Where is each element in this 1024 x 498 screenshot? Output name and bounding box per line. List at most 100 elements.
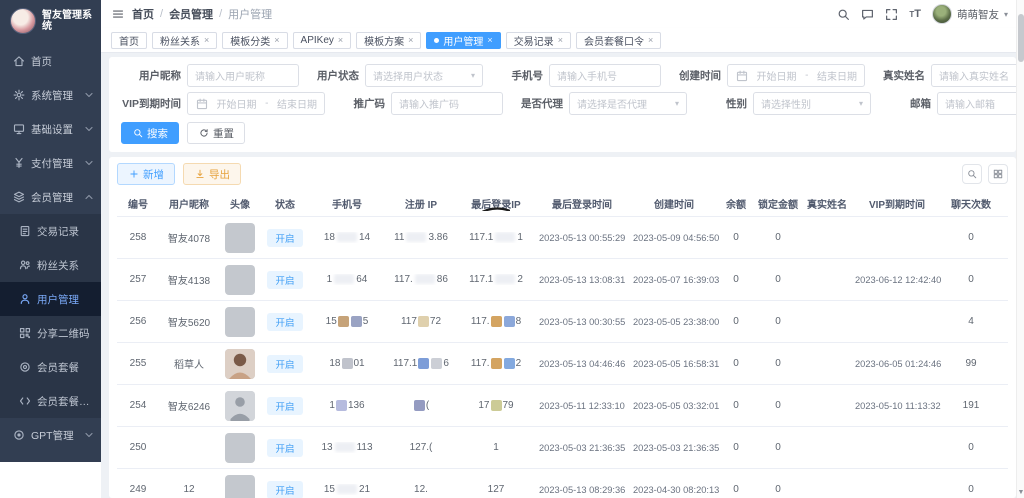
vertical-scrollbar[interactable]: ▼ <box>1016 0 1024 498</box>
column-header-12[interactable]: VIP到期时间 <box>851 196 943 211</box>
table-row[interactable]: 250 开启 13 113 127.(1 2023-05-03 21:36:35 2023-… <box>117 427 1008 469</box>
column-header-8[interactable]: 创建时间 <box>629 196 719 211</box>
tab-4[interactable]: 模板方案 × <box>356 31 422 49</box>
close-icon[interactable]: × <box>408 35 413 45</box>
table-row[interactable]: 249 12 开启 15 21 12. 127 2023-05-13 08:29:36 2023… <box>117 469 1008 498</box>
tab-3[interactable]: APIKey × <box>292 31 352 49</box>
sidebar-item-0[interactable]: 首页 <box>0 44 101 78</box>
column-header-2[interactable]: 头像 <box>219 196 261 211</box>
sidebar-item-7[interactable]: 用户管理 <box>0 282 101 316</box>
close-icon[interactable]: × <box>648 35 653 45</box>
export-button[interactable]: 导出 <box>183 163 241 185</box>
close-icon[interactable]: × <box>487 35 492 45</box>
filter-input[interactable]: 请输入推广码 <box>391 92 503 115</box>
tab-1[interactable]: 粉丝关系 × <box>152 31 218 49</box>
table-row[interactable]: 254 智友6246 开启 1 136(17 79 2023-05-11 12:33:10 2… <box>117 385 1008 427</box>
block-redaction <box>503 357 515 369</box>
tab-6[interactable]: 交易记录 × <box>505 31 571 49</box>
column-header-11[interactable]: 真实姓名 <box>803 196 851 211</box>
tab-label: 交易记录 <box>513 36 554 48</box>
breadcrumb-item[interactable]: 会员管理 <box>169 6 213 22</box>
close-icon[interactable]: × <box>274 35 279 45</box>
active-dot-icon <box>434 37 440 43</box>
table-row[interactable]: 257 智友4138 开启 1 64 117. 86 117.1 2 2023-05-13 13:… <box>117 259 1008 301</box>
sidebar-item-4[interactable]: 会员管理 <box>0 180 101 214</box>
column-header-4[interactable]: 手机号 <box>309 196 385 211</box>
column-header-5[interactable]: 注册 IP <box>385 196 457 211</box>
search-icon[interactable] <box>837 8 850 21</box>
table-scroll-area[interactable]: 编号 用户昵称 头像 状态 手机号 注册 IP 最后登录IP 最后登录时间 创建时间 余额 锁定金额… <box>117 191 1008 498</box>
redacted-text: 117.1 <box>469 231 494 243</box>
fullscreen-icon[interactable] <box>885 8 898 21</box>
column-settings-button[interactable] <box>988 164 1008 184</box>
column-header-0[interactable]: 编号 <box>117 196 159 211</box>
chevron-down-icon <box>82 89 95 102</box>
scrollbar-down-arrow[interactable]: ▼ <box>1017 486 1024 498</box>
avatar <box>225 474 255 498</box>
user-menu[interactable]: 萌萌智友 ▾ <box>931 4 1008 24</box>
cell-locked: 0 <box>775 232 781 243</box>
start-placeholder: 开始日期 <box>216 100 257 111</box>
sidebar-item-2[interactable]: 基础设置 <box>0 112 101 146</box>
filter-input[interactable]: 请输入邮箱 <box>937 92 1024 115</box>
scrollbar-thumb[interactable] <box>1018 14 1024 62</box>
cell-phone: 18 14 <box>309 232 385 243</box>
filter-daterange[interactable]: 开始日期 - 结束日期 <box>187 92 325 115</box>
table-row[interactable]: 256 智友5620 开启 15 5 117 72 117. 8 2023-05-13 00:30… <box>117 301 1008 343</box>
filter-field: VIP到期时间 开始日期 - 结束日期 <box>121 92 325 115</box>
filter-daterange[interactable]: 开始日期 - 结束日期 <box>727 64 865 87</box>
sidebar-item-10[interactable]: 会员套餐口令 <box>0 384 101 418</box>
filter-input[interactable]: 请输入手机号 <box>549 64 661 87</box>
sidebar-item-11[interactable]: GPT管理 <box>0 418 101 452</box>
block-redaction <box>337 315 349 327</box>
cell-id: 249 <box>129 484 147 495</box>
sidebar-item-8[interactable]: 分享二维码 <box>0 316 101 350</box>
column-header-3[interactable]: 状态 <box>261 196 309 211</box>
add-button[interactable]: 新增 <box>117 163 175 185</box>
filter-select[interactable]: 请选择用户状态 ▾ <box>365 64 483 87</box>
status-badge: 开启 <box>267 228 303 247</box>
sidebar-item-9[interactable]: 会员套餐 <box>0 350 101 384</box>
block-redaction <box>490 315 502 327</box>
cell-avatar <box>219 264 261 295</box>
close-icon[interactable]: × <box>338 35 343 45</box>
filter-select[interactable]: 请选择是否代理 ▾ <box>569 92 687 115</box>
message-icon[interactable] <box>861 8 874 21</box>
column-header-7[interactable]: 最后登录时间 <box>535 196 629 211</box>
filter-input[interactable]: 请输入真实姓名 <box>931 64 1024 87</box>
blur-redaction <box>495 232 516 243</box>
column-header-1[interactable]: 用户昵称 <box>159 196 219 211</box>
tab-0[interactable]: 首页 <box>111 31 147 49</box>
table-row[interactable]: 255 稻草人 开启 18 01 117.1 6 117. 2 2023-05-13 04:46:… <box>117 343 1008 385</box>
filter-select[interactable]: 请选择性别 ▾ <box>753 92 871 115</box>
tab-7[interactable]: 会员套餐口令 × <box>575 31 662 49</box>
close-icon[interactable]: × <box>558 35 563 45</box>
close-icon[interactable]: × <box>204 35 209 45</box>
table-row[interactable]: 258 智友4078 开启 18 14 11 3.86 117.1 1 2023-05-13 00… <box>117 217 1008 259</box>
column-header-9[interactable]: 余额 <box>719 196 753 211</box>
cell-chats: 4 <box>968 316 974 327</box>
tab-2[interactable]: 模板分类 × <box>222 31 288 49</box>
avatar <box>225 306 255 337</box>
tab-5[interactable]: 用户管理 × <box>426 31 501 49</box>
sidebar: 智友管理系统 首页 系统管理 基础设置 支付管理 会员管理 交易记录 粉丝关系 用户管理 分享二… <box>0 0 101 462</box>
toggle-search-button[interactable] <box>962 164 982 184</box>
column-header-6[interactable]: 最后登录IP <box>457 196 535 211</box>
column-header-14[interactable]: 性别 <box>999 196 1008 211</box>
filter-label: 手机号 <box>511 70 544 82</box>
sidebar-item-5[interactable]: 交易记录 <box>0 214 101 248</box>
cell-chats: 0 <box>968 232 974 243</box>
breadcrumb: 首页 / 会员管理 / 用户管理 <box>132 6 272 22</box>
sidebar-item-6[interactable]: 粉丝关系 <box>0 248 101 282</box>
font-size-icon[interactable]: TT <box>909 8 921 20</box>
sidebar-item-3[interactable]: 支付管理 <box>0 146 101 180</box>
column-header-10[interactable]: 锁定金额 <box>753 196 803 211</box>
filter-field: 用户状态 请选择用户状态 ▾ <box>299 64 483 87</box>
search-button[interactable]: 搜索 <box>121 122 179 144</box>
hamburger-icon[interactable] <box>111 8 124 21</box>
sidebar-item-1[interactable]: 系统管理 <box>0 78 101 112</box>
reset-button[interactable]: 重置 <box>187 122 245 144</box>
filter-input[interactable]: 请输入用户昵称 <box>187 64 299 87</box>
breadcrumb-item[interactable]: 首页 <box>132 6 154 22</box>
column-header-13[interactable]: 聊天次数 <box>943 196 999 211</box>
